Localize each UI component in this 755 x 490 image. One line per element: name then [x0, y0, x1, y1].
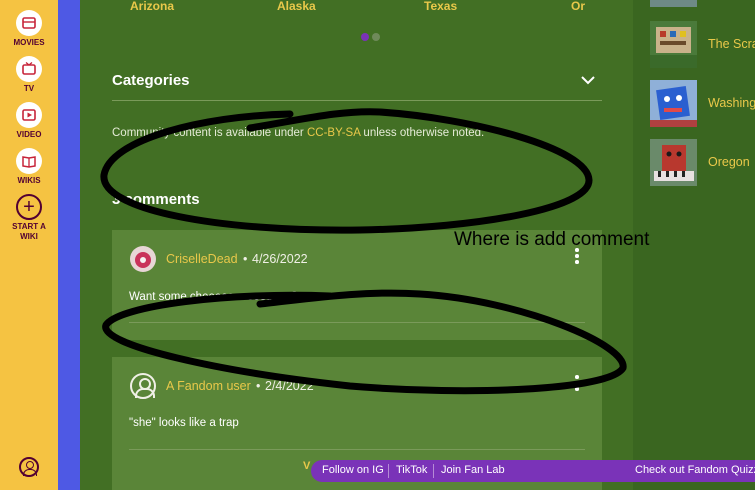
view-more-peek[interactable]: V [303, 460, 310, 472]
avatar[interactable] [130, 373, 156, 399]
chevron-down-icon[interactable] [580, 72, 596, 88]
comment-body: Want some cheeeeeeeeeeeese? [129, 291, 298, 303]
comment-date: 2/4/2022 [265, 379, 314, 393]
carousel-item[interactable]: Or [571, 0, 585, 13]
right-rail: The Scra Washing Oregon [633, 0, 755, 490]
license-notice: Community content is available under CC-… [112, 127, 484, 139]
carousel-dots [361, 28, 383, 46]
rail-item-label[interactable]: Washing [708, 96, 755, 110]
comment-date: 4/26/2022 [252, 252, 308, 266]
rail-item-label[interactable]: Oregon [708, 155, 750, 169]
comment-separator: • [256, 379, 261, 393]
divider [129, 449, 585, 450]
divider [129, 322, 585, 323]
license-link[interactable]: CC-BY-SA [307, 127, 360, 139]
nav-item-start-a-wiki[interactable]: + START A WIKI [0, 194, 58, 242]
categories-title: Categories [112, 72, 190, 89]
comment-author[interactable]: A Fandom user [166, 379, 251, 393]
comment-author[interactable]: CriselleDead [166, 252, 238, 266]
nav-item-tv[interactable]: TV [0, 56, 58, 94]
carousel-item[interactable]: Texas [424, 0, 457, 13]
plus-icon: + [16, 194, 42, 220]
avatar[interactable] [130, 246, 156, 272]
thumbnail-image[interactable] [650, 0, 697, 7]
wikis-icon [16, 148, 42, 174]
carousel-item[interactable]: Alaska [277, 0, 316, 13]
nav-item-movies[interactable]: MOVIES [0, 10, 58, 48]
nav-label: START A WIKI [12, 222, 46, 241]
join-fan-lab-link[interactable]: Join Fan Lab [441, 464, 505, 476]
fandom-quizz-link[interactable]: Check out Fandom Quizz [635, 464, 755, 476]
rail-item-label[interactable]: The Scra [708, 37, 755, 51]
wiki-side-strip [58, 0, 80, 490]
tiktok-link[interactable]: TikTok [396, 464, 427, 476]
tv-icon [16, 56, 42, 82]
more-options-icon[interactable] [574, 375, 580, 393]
global-nav: MOVIES TV VIDEO WIKIS + START A WIKI [0, 0, 58, 490]
follow-on-ig-link[interactable]: Follow on IG [322, 464, 384, 476]
license-prefix: Community content is available under [112, 127, 307, 139]
divider [112, 100, 602, 101]
thumbnail-image[interactable] [650, 80, 697, 127]
carousel-dot-active[interactable] [361, 33, 369, 41]
nav-label: TV [23, 84, 35, 93]
license-suffix: unless otherwise noted. [360, 127, 485, 139]
nav-label: MOVIES [13, 38, 45, 47]
nav-item-video[interactable]: VIDEO [0, 102, 58, 140]
divider [433, 464, 434, 478]
annotation-note: Where is add comment [454, 229, 650, 250]
user-account-icon[interactable] [19, 457, 39, 477]
thumbnail-image[interactable] [650, 21, 697, 68]
comment-body: "she" looks like a trap [129, 417, 239, 429]
thumbnail-image[interactable] [650, 139, 697, 186]
bottom-promo-bar: Follow on IG TikTok Join Fan Lab Check o… [311, 460, 755, 482]
nav-label: WIKIS [17, 176, 41, 185]
screen: MOVIES TV VIDEO WIKIS + START A WIKI Ari… [0, 0, 755, 490]
video-icon [16, 102, 42, 128]
carousel-dot[interactable] [372, 33, 380, 41]
comment-separator: • [243, 252, 248, 266]
nav-label: VIDEO [16, 130, 42, 139]
carousel-states: Arizona Alaska Texas Or [80, 0, 633, 14]
divider [388, 464, 389, 478]
movies-icon [16, 10, 42, 36]
comments-title: 3 comments [112, 191, 200, 208]
nav-item-wikis[interactable]: WIKIS [0, 148, 58, 186]
carousel-item[interactable]: Arizona [130, 0, 174, 13]
